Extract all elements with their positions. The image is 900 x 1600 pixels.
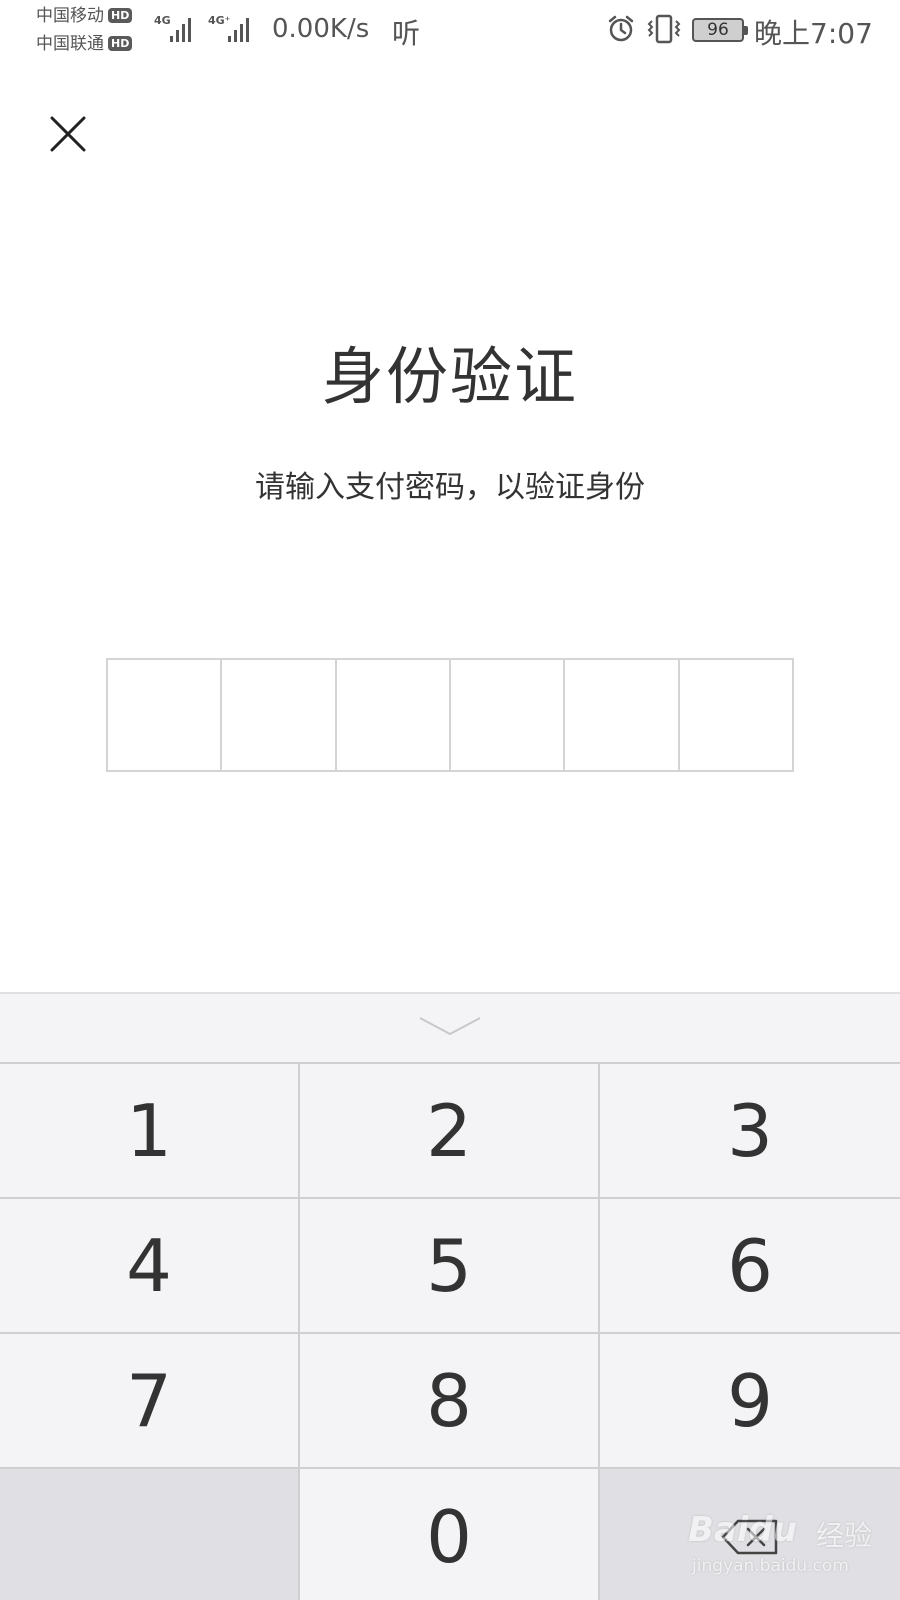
pin-digit-box[interactable] xyxy=(451,660,566,770)
pin-digit-box[interactable] xyxy=(680,660,792,770)
pin-digit-box[interactable] xyxy=(222,660,337,770)
ting-icon: 听 xyxy=(392,17,421,50)
close-icon[interactable] xyxy=(46,112,90,156)
clock: 晚上7:07 xyxy=(754,17,873,50)
hd-badge: HD xyxy=(108,8,133,23)
key-2[interactable]: 2 xyxy=(300,1064,600,1199)
watermark-cn: 经验 xyxy=(816,1519,873,1552)
key-7[interactable]: 7 xyxy=(0,1334,300,1469)
keyboard-collapse-button[interactable] xyxy=(0,994,900,1062)
password-input[interactable] xyxy=(106,658,794,772)
key-6[interactable]: 6 xyxy=(600,1199,900,1334)
key-4[interactable]: 4 xyxy=(0,1199,300,1334)
watermark-brand: Baidu xyxy=(688,1510,798,1550)
key-3[interactable]: 3 xyxy=(600,1064,900,1199)
signal-2-icon: 4G⁺ xyxy=(208,12,258,44)
key-0[interactable]: 0 xyxy=(300,1469,600,1600)
chevron-down-icon xyxy=(419,1017,481,1036)
carrier-1-label: 中国移动 xyxy=(36,6,104,26)
signal-1-icon: 4G xyxy=(154,12,200,44)
network-type-1: 4G xyxy=(154,14,171,27)
key-blank xyxy=(0,1469,300,1600)
status-bar: 中国移动 HD 中国联通 HD 4G 4G⁺ 0.00K/s 听 96 晚上7:07 xyxy=(0,0,900,60)
carrier-2-label: 中国联通 xyxy=(36,34,104,54)
watermark: Baidu 经验 jingyan.baidu.com xyxy=(688,1500,888,1590)
net-speed: 0.00K/s xyxy=(272,14,370,44)
key-8[interactable]: 8 xyxy=(300,1334,600,1469)
vibrate-icon xyxy=(647,14,681,44)
battery-icon: 96 xyxy=(692,18,748,42)
page-title: 身份验证 xyxy=(321,340,578,413)
pin-digit-box[interactable] xyxy=(108,660,223,770)
key-5[interactable]: 5 xyxy=(300,1199,600,1334)
carrier-2: 中国联通 HD xyxy=(36,34,133,54)
pin-digit-box[interactable] xyxy=(337,660,451,770)
page-subtitle: 请输入支付密码，以验证身份 xyxy=(255,470,645,505)
carrier-1: 中国移动 HD xyxy=(36,6,133,26)
watermark-url: jingyan.baidu.com xyxy=(692,1556,849,1576)
key-1[interactable]: 1 xyxy=(0,1064,300,1199)
key-9[interactable]: 9 xyxy=(600,1334,900,1469)
battery-level: 96 xyxy=(707,20,729,40)
hd-badge: HD xyxy=(108,36,133,51)
pin-digit-box[interactable] xyxy=(565,660,680,770)
alarm-icon xyxy=(608,15,634,42)
